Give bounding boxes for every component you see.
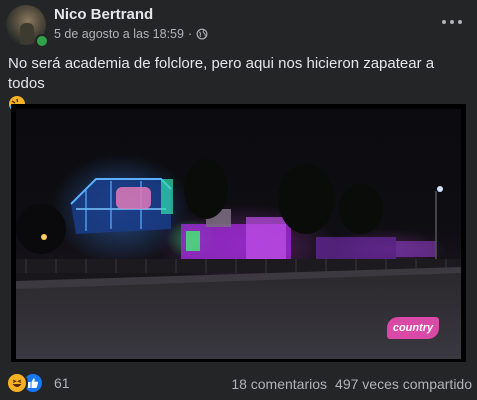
meta-separator: · [187, 27, 193, 41]
reaction-count[interactable]: 61 [54, 375, 70, 391]
shares-count-link[interactable]: 497 veces compartido [335, 376, 472, 392]
post-header: Nico Bertrand 5 de agosto a las 18:59 · [0, 0, 477, 50]
post-footer: 61 18 comentarios 497 veces compartido [0, 368, 477, 400]
author-avatar-wrapper[interactable] [6, 5, 49, 48]
caption-text: No será academia de folclore, pero aqui … [8, 55, 435, 92]
video-frame[interactable]: country [16, 109, 461, 359]
post-meta: 5 de agosto a las 18:59 · [54, 27, 208, 41]
online-status-indicator [35, 34, 49, 48]
more-options-icon [442, 20, 446, 24]
globe-icon [196, 28, 208, 40]
post-timestamp[interactable]: 5 de agosto a las 18:59 [54, 27, 184, 41]
author-name[interactable]: Nico Bertrand [54, 6, 153, 23]
post-stats: 18 comentarios 497 veces compartido [231, 376, 472, 392]
comments-count-link[interactable]: 18 comentarios [231, 376, 327, 392]
haha-icon [6, 372, 28, 394]
post-video[interactable]: country [11, 104, 466, 362]
country-watermark: country [387, 317, 439, 339]
more-options-button[interactable] [437, 10, 467, 34]
reactions-summary[interactable]: 61 [6, 372, 70, 394]
